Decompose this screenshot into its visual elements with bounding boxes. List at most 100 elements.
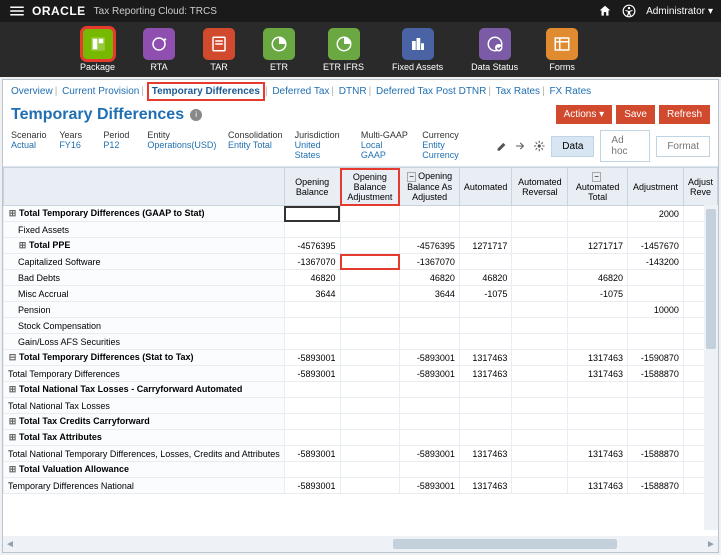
- cell[interactable]: -5893001: [400, 350, 460, 366]
- cell[interactable]: [459, 462, 512, 478]
- cell[interactable]: [284, 462, 340, 478]
- cell[interactable]: [568, 254, 628, 270]
- home-icon[interactable]: [598, 4, 612, 18]
- cell[interactable]: [459, 222, 512, 238]
- cell[interactable]: [340, 286, 400, 302]
- cell[interactable]: [628, 414, 684, 430]
- table-row[interactable]: Gain/Loss AFS Securities: [4, 334, 718, 350]
- cell[interactable]: [284, 430, 340, 446]
- cell[interactable]: [568, 462, 628, 478]
- vertical-scrollbar[interactable]: [704, 205, 718, 530]
- view-tab-adhoc[interactable]: Ad hoc: [600, 130, 650, 162]
- refresh-button[interactable]: Refresh: [659, 105, 710, 124]
- cell[interactable]: -1588870: [628, 478, 684, 494]
- cell[interactable]: -1075: [459, 286, 512, 302]
- cell[interactable]: [459, 254, 512, 270]
- cell[interactable]: [512, 366, 568, 382]
- nav-status[interactable]: Data Status: [471, 28, 518, 72]
- pov-currency[interactable]: CurrencyEntity Currency: [422, 130, 481, 160]
- cell[interactable]: [340, 302, 400, 318]
- cell[interactable]: [512, 398, 568, 414]
- cell[interactable]: [340, 334, 400, 350]
- nav-tar[interactable]: TAR: [203, 28, 235, 72]
- col-automated-reversal[interactable]: Automated Reversal: [512, 168, 568, 206]
- pov-jurisdiction[interactable]: JurisdictionUnited States: [295, 130, 347, 160]
- cell[interactable]: [568, 398, 628, 414]
- save-button[interactable]: Save: [616, 105, 655, 124]
- cell[interactable]: -5893001: [284, 478, 340, 494]
- cell[interactable]: 1317463: [459, 350, 512, 366]
- cell[interactable]: 1317463: [568, 366, 628, 382]
- cell[interactable]: -143200: [628, 254, 684, 270]
- row-label[interactable]: Temporary Differences National: [4, 478, 285, 494]
- table-row[interactable]: ⊞Total Temporary Differences (GAAP to St…: [4, 206, 718, 222]
- nav-fixed[interactable]: Fixed Assets: [392, 28, 443, 72]
- table-row[interactable]: Temporary Differences National-5893001-5…: [4, 478, 718, 494]
- cell[interactable]: -5893001: [284, 366, 340, 382]
- row-label[interactable]: Total National Tax Losses: [4, 398, 285, 414]
- expand-icon[interactable]: ⊞: [18, 240, 27, 251]
- cell[interactable]: 46820: [568, 270, 628, 286]
- cell[interactable]: [400, 382, 460, 398]
- cell[interactable]: [340, 414, 400, 430]
- cell[interactable]: -1588870: [628, 366, 684, 382]
- view-tab-format[interactable]: Format: [656, 136, 710, 157]
- cell[interactable]: 3644: [284, 286, 340, 302]
- pov-scenario[interactable]: ScenarioActual: [11, 130, 45, 150]
- col-adjustment[interactable]: Adjustment: [628, 168, 684, 206]
- nav-package[interactable]: Package: [80, 28, 115, 72]
- cell[interactable]: [512, 254, 568, 270]
- table-row[interactable]: ⊞Total Valuation Allowance: [4, 462, 718, 478]
- cell[interactable]: [628, 462, 684, 478]
- info-icon[interactable]: i: [190, 109, 202, 121]
- cell[interactable]: [340, 398, 400, 414]
- cell[interactable]: [459, 206, 512, 222]
- table-row[interactable]: Total Temporary Differences-5893001-5893…: [4, 366, 718, 382]
- cell[interactable]: [459, 382, 512, 398]
- cell[interactable]: 1317463: [568, 478, 628, 494]
- cell[interactable]: [512, 462, 568, 478]
- row-label[interactable]: Gain/Loss AFS Securities: [4, 334, 285, 350]
- cell[interactable]: [628, 222, 684, 238]
- submit-icon[interactable]: [514, 139, 527, 153]
- cell[interactable]: [568, 302, 628, 318]
- cell[interactable]: [400, 222, 460, 238]
- cell[interactable]: [512, 270, 568, 286]
- cell[interactable]: [628, 270, 684, 286]
- view-tab-data[interactable]: Data: [551, 136, 594, 157]
- row-label[interactable]: ⊞Total Valuation Allowance: [4, 462, 285, 478]
- table-row[interactable]: ⊞Total Tax Attributes: [4, 430, 718, 446]
- cell[interactable]: 1271717: [568, 238, 628, 254]
- expand-icon[interactable]: ⊞: [8, 432, 17, 443]
- cell[interactable]: [400, 334, 460, 350]
- horizontal-scrollbar[interactable]: ◄ ►: [3, 536, 718, 552]
- cell[interactable]: [284, 222, 340, 238]
- nav-etr[interactable]: ETR: [263, 28, 295, 72]
- cell[interactable]: 1317463: [459, 366, 512, 382]
- cell[interactable]: [568, 430, 628, 446]
- row-label[interactable]: ⊞Total National Tax Losses - Carryforwar…: [4, 382, 285, 398]
- cell[interactable]: 1271717: [459, 238, 512, 254]
- cell[interactable]: [459, 318, 512, 334]
- cell[interactable]: [512, 478, 568, 494]
- cell[interactable]: -5893001: [284, 446, 340, 462]
- cell[interactable]: -5893001: [400, 366, 460, 382]
- pov-multigaap[interactable]: Multi-GAAPLocal GAAP: [361, 130, 408, 160]
- cell[interactable]: -1588870: [628, 446, 684, 462]
- cell[interactable]: [512, 302, 568, 318]
- cell[interactable]: [568, 222, 628, 238]
- scroll-left-icon[interactable]: ◄: [3, 539, 17, 550]
- cell[interactable]: -1590870: [628, 350, 684, 366]
- collapse-icon[interactable]: −: [407, 172, 416, 182]
- row-label[interactable]: Fixed Assets: [4, 222, 285, 238]
- cell[interactable]: [628, 430, 684, 446]
- cell[interactable]: [400, 318, 460, 334]
- cell[interactable]: [568, 382, 628, 398]
- cell[interactable]: [568, 206, 628, 222]
- cell[interactable]: -5893001: [284, 350, 340, 366]
- nav-etrifrs[interactable]: ETR IFRS: [323, 28, 364, 72]
- cell[interactable]: [284, 206, 340, 222]
- row-label[interactable]: Stock Compensation: [4, 318, 285, 334]
- cell[interactable]: 1317463: [568, 350, 628, 366]
- table-row[interactable]: Total National Temporary Differences, Lo…: [4, 446, 718, 462]
